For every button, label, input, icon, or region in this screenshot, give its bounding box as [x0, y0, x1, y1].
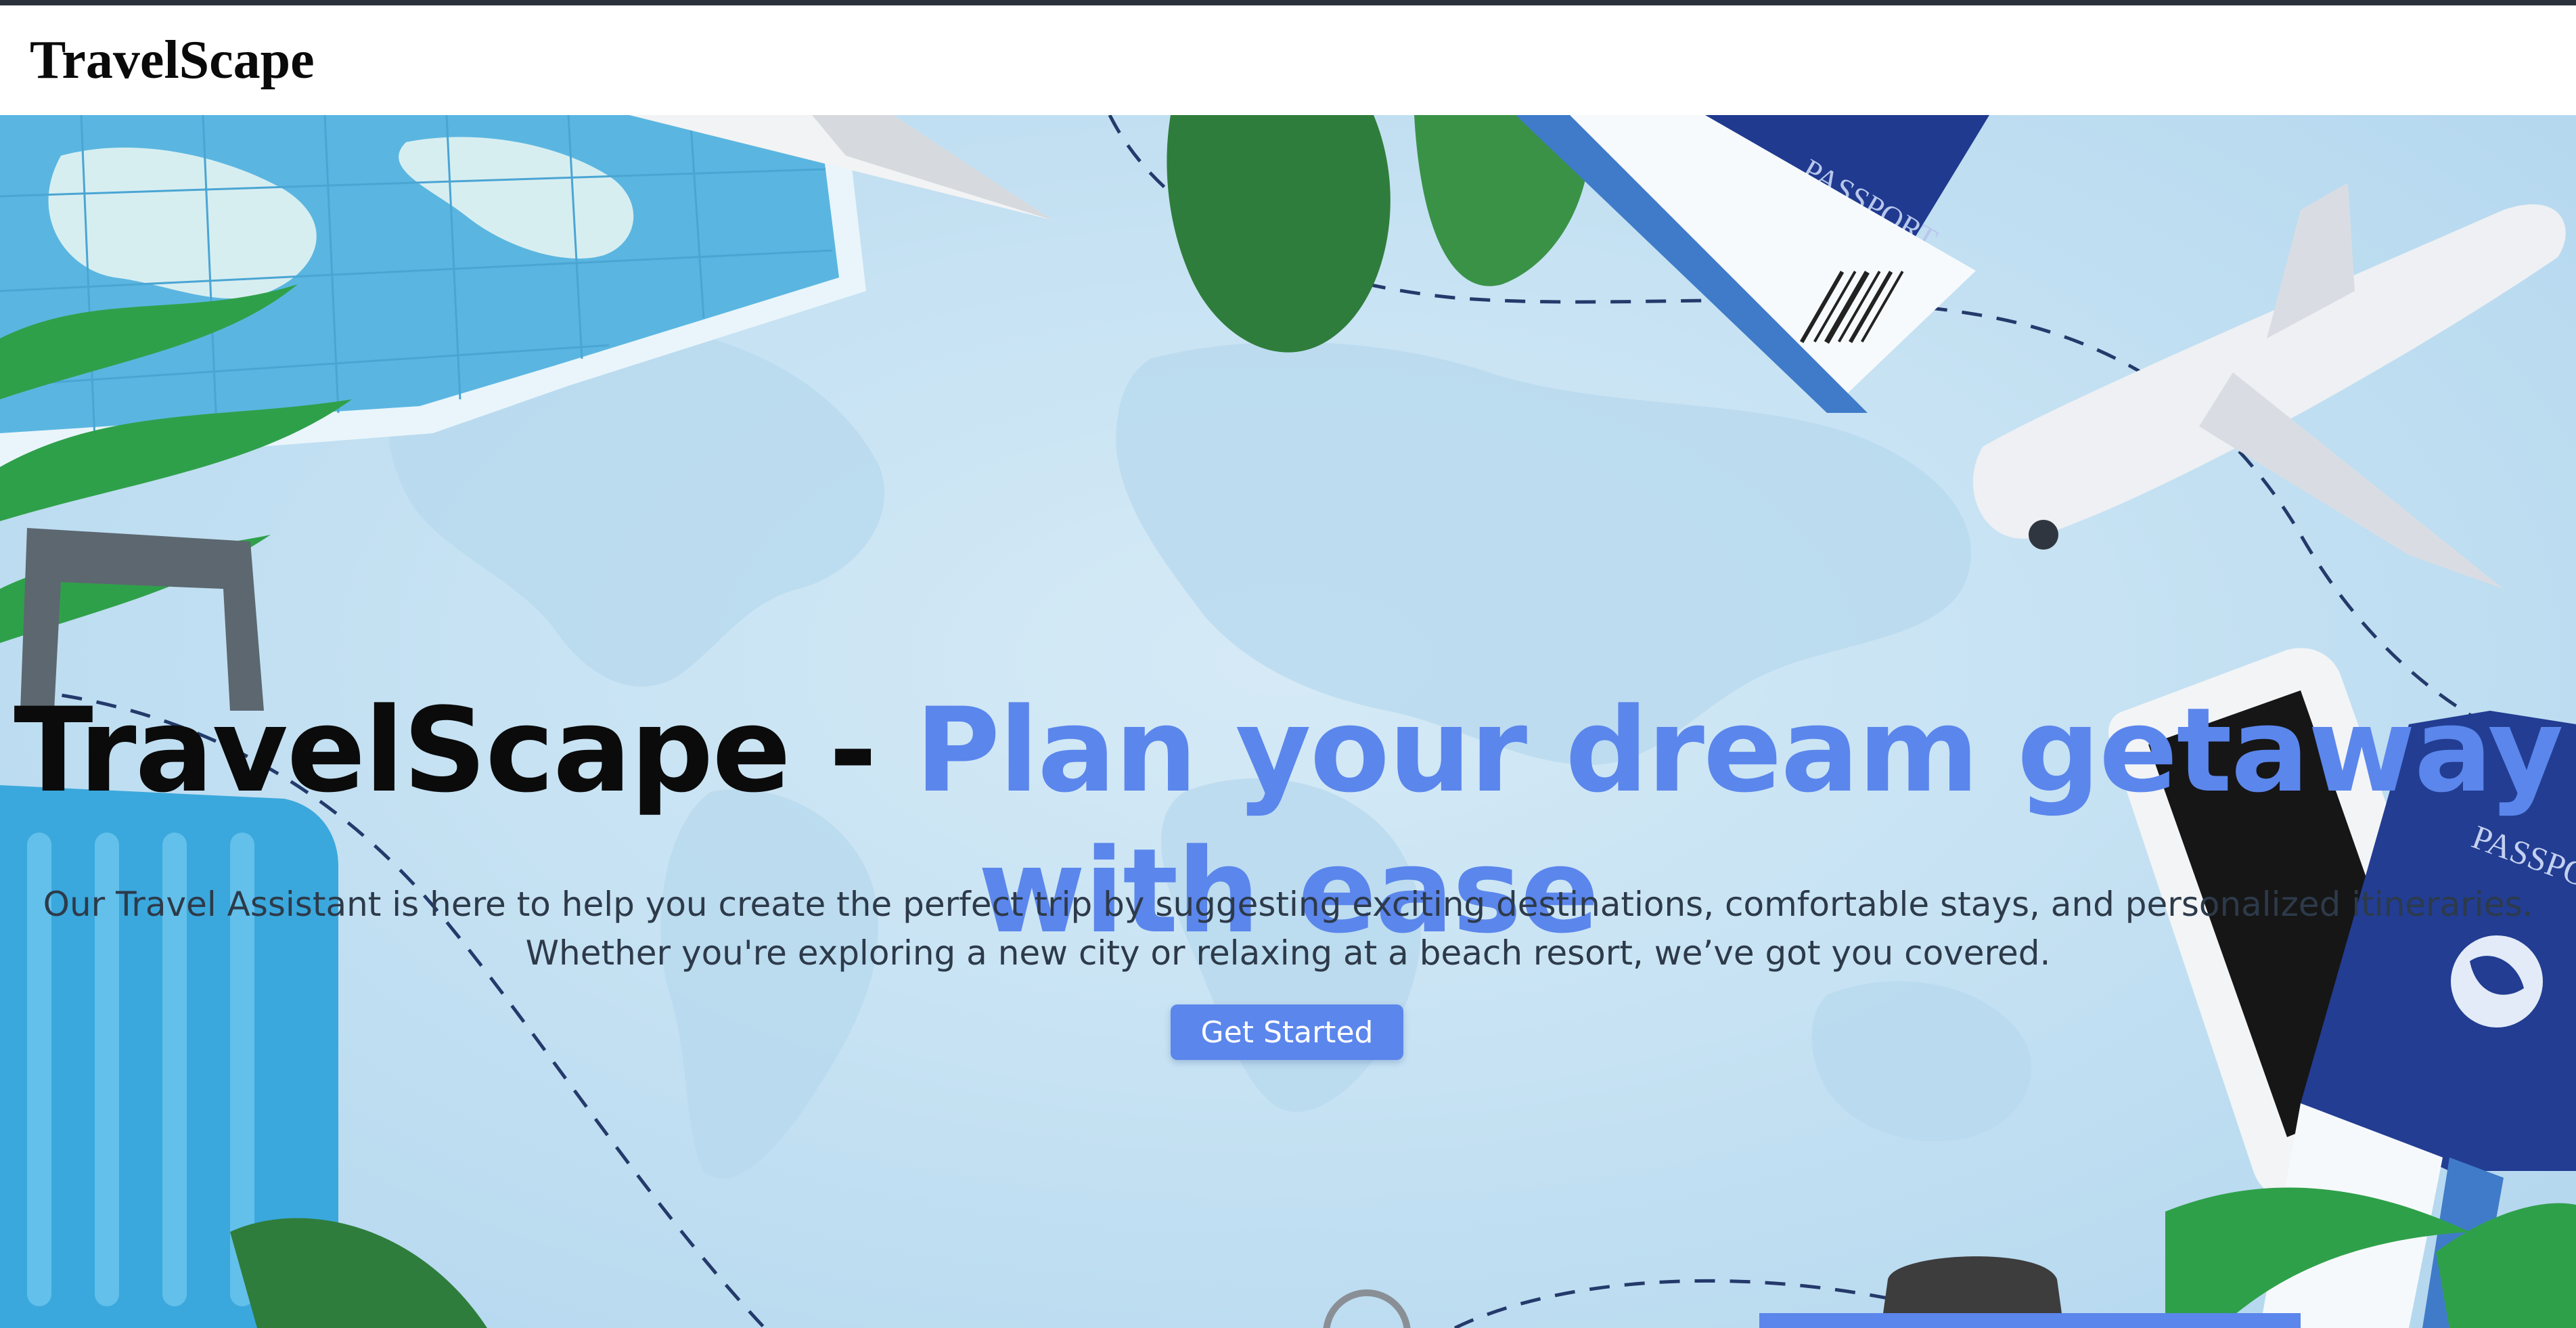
hero-section: PASSPORT PASSPORT TravelScape - Plan you…: [0, 115, 2576, 1328]
site-header: TravelScape: [0, 5, 2576, 115]
brand-logo[interactable]: TravelScape: [30, 30, 315, 91]
headline-brand: TravelScape -: [14, 682, 916, 819]
window-top-border: [0, 0, 2576, 5]
leaves-decoration-bottom-left: [230, 1218, 487, 1328]
airplane-decoration: [1972, 183, 2566, 589]
luggage-bottom-decoration: [1323, 1256, 2301, 1328]
get-started-button[interactable]: Get Started: [1171, 1004, 1403, 1060]
hero-description: Our Travel Assistant is here to help you…: [0, 880, 2576, 977]
leaves-decoration-top: [1167, 115, 1591, 353]
hero-description-line-2: Whether you're exploring a new city or r…: [525, 933, 2051, 973]
hero-description-line-1: Our Travel Assistant is here to help you…: [43, 885, 2533, 924]
